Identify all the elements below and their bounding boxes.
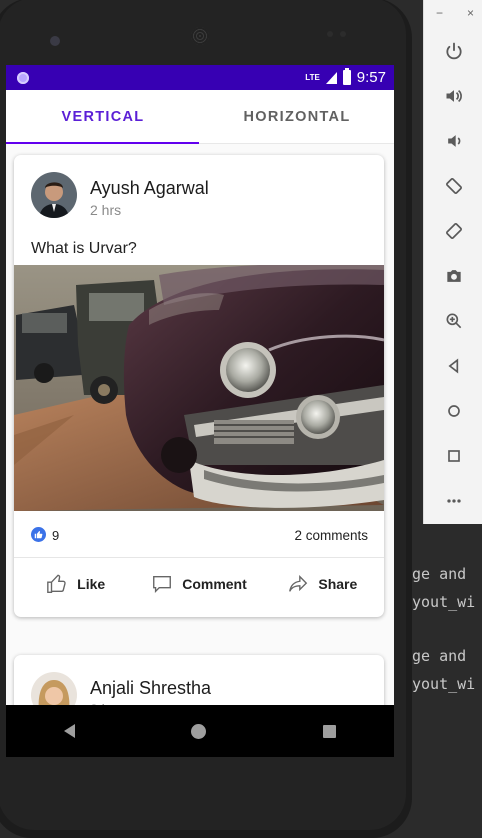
home-icon[interactable] (424, 388, 482, 433)
zoom-icon[interactable] (424, 298, 482, 343)
nav-recents-icon[interactable] (322, 724, 336, 738)
ide-line: yout_wi (412, 593, 476, 611)
network-type: LTE (305, 73, 320, 82)
ide-line: yout_wi (412, 675, 476, 693)
rotate-right-icon[interactable] (424, 208, 482, 253)
more-icon[interactable] (424, 478, 482, 523)
nav-home-icon[interactable] (191, 723, 207, 739)
volume-up-icon[interactable] (424, 73, 482, 118)
comment-button[interactable]: Comment (137, 558, 260, 610)
rotate-left-icon[interactable] (424, 163, 482, 208)
post-time: 2 hrs (90, 202, 122, 218)
tab-vertical[interactable]: VERTICAL (6, 90, 200, 143)
status-bar: LTE 9:57 (6, 65, 394, 90)
ide-line: ge and (412, 565, 467, 583)
like-button[interactable]: Like (14, 558, 137, 610)
like-label: Like (77, 576, 106, 592)
volume-down-icon[interactable] (424, 118, 482, 163)
tab-indicator (6, 142, 199, 144)
power-icon[interactable] (424, 28, 482, 73)
comment-icon (153, 575, 172, 593)
speaker-grille (191, 27, 209, 45)
front-camera-icon (50, 36, 60, 46)
nav-back-icon[interactable] (64, 724, 76, 738)
like-count: 9 (52, 528, 60, 543)
ide-background-text: ge and yout_wi ge and yout_wi (412, 560, 482, 698)
share-label: Share (318, 576, 358, 592)
sensor (327, 31, 333, 37)
emulator-toolbar: − × (423, 0, 482, 524)
status-clock: 9:57 (356, 69, 386, 86)
sensor (340, 31, 346, 37)
comment-label: Comment (182, 576, 247, 592)
share-icon (289, 575, 308, 592)
ide-line: ge and (412, 647, 467, 665)
avatar[interactable] (31, 172, 77, 218)
tab-bar: VERTICAL HORIZONTAL (6, 90, 394, 144)
post-caption: What is Urvar? (31, 240, 137, 257)
signal-icon (325, 71, 337, 84)
notification-icon (17, 71, 29, 84)
comment-count[interactable]: 2 comments (294, 528, 368, 543)
post-actions: Like Comment Share (14, 558, 384, 610)
post-image[interactable] (14, 263, 384, 511)
post-author[interactable]: Anjali Shrestha (90, 678, 211, 699)
battery-icon (342, 68, 351, 85)
navigation-bar (6, 705, 394, 757)
camera-icon[interactable] (424, 253, 482, 298)
tab-horizontal[interactable]: HORIZONTAL (200, 90, 394, 143)
post-stats: 9 2 comments (14, 511, 384, 558)
like-count-icon (31, 527, 46, 542)
post-card: Ayush Agarwal 2 hrs What is Urvar? 9 2 c… (14, 155, 384, 617)
minimize-button[interactable]: − (436, 6, 443, 20)
phone-screen: LTE 9:57 VERTICAL HORIZONTAL Ayush Agarw… (6, 65, 394, 757)
post-author[interactable]: Ayush Agarwal (90, 178, 209, 199)
overview-icon[interactable] (424, 433, 482, 478)
share-button[interactable]: Share (261, 558, 384, 610)
thumbs-up-icon (47, 574, 66, 593)
back-icon[interactable] (424, 343, 482, 388)
close-button[interactable]: × (467, 6, 474, 20)
